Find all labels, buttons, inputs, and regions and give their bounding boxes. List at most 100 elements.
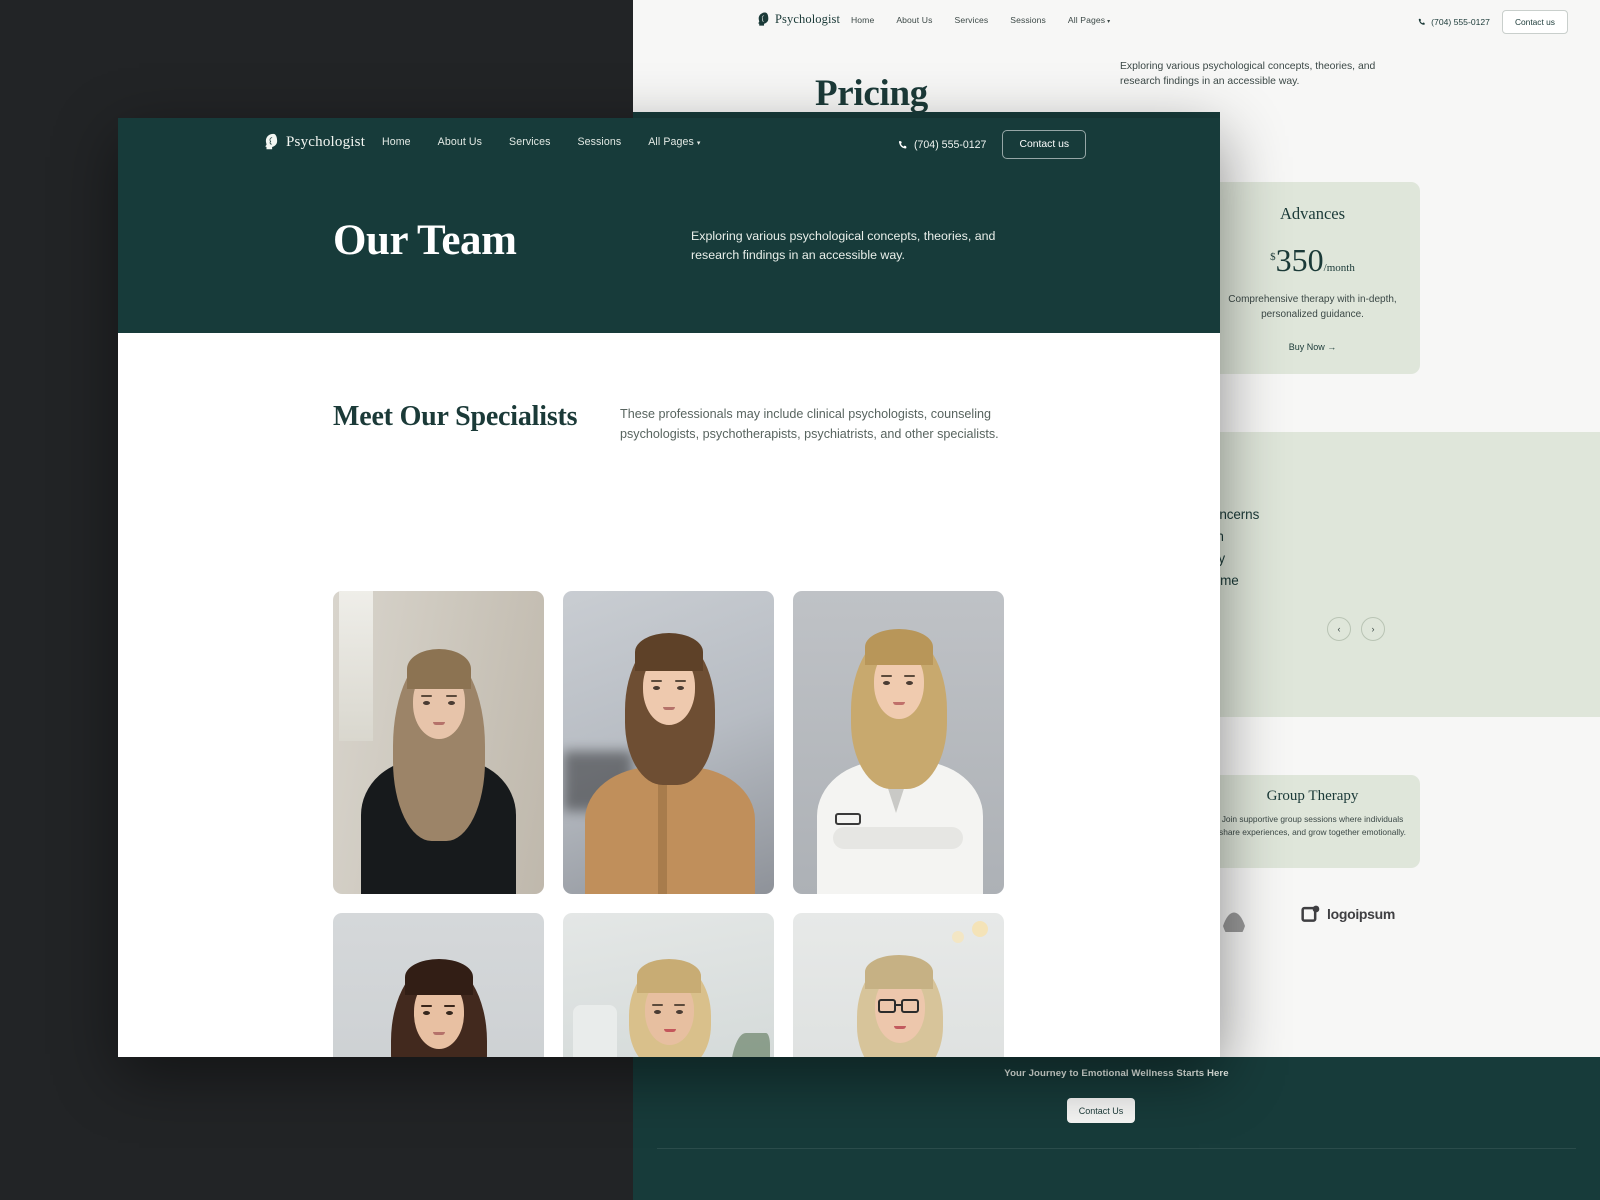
logoipsum-logo: logoipsum [1301, 904, 1395, 924]
page-title: Our Team [333, 217, 517, 264]
logoipsum-text: logoipsum [1327, 906, 1396, 922]
hero-subtitle: Exploring various psychological concepts… [691, 229, 996, 263]
overlay-nav-right: (704) 555-0127 Contact us [898, 130, 1087, 159]
portrait-eye [446, 1011, 453, 1015]
pricing-card-description: Comprehensive therapy with in-depth, per… [1228, 294, 1397, 320]
wall-ornament [573, 1005, 617, 1057]
portrait-eye [654, 1010, 661, 1014]
page-footer: Your Journey to Emotional Wellness Start… [633, 1057, 1600, 1200]
portrait-shirt-placket [658, 767, 667, 894]
portrait-eye [448, 701, 455, 705]
background-phone-number: (704) 555-0127 [1431, 17, 1490, 27]
portrait-fringe [407, 649, 471, 689]
portrait-fringe [865, 955, 933, 989]
bg-nav-item-about-us[interactable]: About Us [896, 15, 932, 25]
wave-mark-logo [1223, 912, 1267, 932]
bg-nav-item-home[interactable]: Home [851, 15, 874, 25]
portrait-brow [674, 1004, 685, 1006]
pricing-number: 350 [1275, 242, 1324, 278]
overlay-body: Meet Our Specialists These professionals… [118, 333, 1220, 1057]
overlay-phone[interactable]: (704) 555-0127 [898, 139, 986, 151]
partner-logos: logoipsum [1205, 900, 1600, 940]
pricing-period: /month [1323, 262, 1355, 274]
overlay-browser-window: Psychologist Home About Us Services Sess… [118, 118, 1220, 1057]
nav-item-all-pages[interactable]: All Pages ▾ [648, 136, 700, 148]
background-phone[interactable]: (704) 555-0127 [1418, 17, 1490, 27]
background-navbar: Psychologist Home About Us Services Sess… [633, 0, 1600, 43]
footer-contact-us-button[interactable]: Contact Us [1067, 1098, 1135, 1123]
team-member-card[interactable] [563, 913, 774, 1057]
pricing-buy-now-link[interactable]: Buy Now → [1205, 342, 1420, 352]
eyeglasses-icon [835, 813, 861, 825]
chevron-right-icon[interactable]: › [1361, 617, 1385, 641]
portrait-fringe [635, 633, 703, 671]
overlay-menu: Home About Us Services Sessions All Page… [382, 136, 701, 148]
overlay-navbar: Psychologist Home About Us Services Sess… [118, 118, 1220, 168]
portrait-eye [906, 681, 913, 685]
portrait-brow [652, 1004, 663, 1006]
chevron-down-icon: ▾ [1107, 19, 1111, 25]
portrait-body [585, 767, 755, 894]
chevron-left-icon[interactable]: ‹ [1327, 617, 1351, 641]
pricing-card-advances: Advances $ 350 /month Comprehensive ther… [1205, 182, 1420, 374]
overlay-logo-text: Psychologist [286, 133, 366, 150]
nav-item-home[interactable]: Home [382, 136, 411, 148]
group-therapy-card: Group Therapy Join supportive group sess… [1205, 775, 1420, 868]
portrait-brow [421, 1005, 432, 1007]
portrait-mouth [893, 702, 905, 705]
phone-icon [1418, 18, 1425, 25]
portrait-brow [675, 680, 686, 682]
head-profile-icon [758, 12, 769, 26]
portrait-brow [444, 1005, 455, 1007]
portrait-eye [676, 1010, 683, 1014]
eyeglasses-bridge [896, 1004, 901, 1006]
team-member-card[interactable] [333, 913, 544, 1057]
ceiling-light [952, 931, 964, 943]
team-member-card[interactable] [563, 591, 774, 894]
team-member-card[interactable] [793, 591, 1004, 894]
pricing-card-title: Advances [1279, 204, 1346, 223]
phone-icon [898, 140, 907, 148]
bg-nav-item-all-pages[interactable]: All Pages ▾ [1068, 15, 1110, 25]
nav-item-services[interactable]: Services [509, 136, 550, 148]
team-grid [333, 591, 1005, 1057]
portrait-brow [881, 675, 892, 677]
background-nav-right: (704) 555-0127 Contact us [1418, 10, 1568, 34]
group-therapy-title: Group Therapy [1266, 788, 1359, 804]
portrait-brow [421, 695, 432, 697]
portrait-eye [423, 701, 430, 705]
desktop-background: Psychologist Home About Us Services Sess… [0, 0, 1600, 1200]
portrait-brow [446, 695, 457, 697]
portrait-arms-crossed [833, 827, 963, 849]
portrait-mouth [664, 1029, 676, 1032]
portrait-eye [677, 686, 684, 690]
portrait-fringe [865, 629, 933, 665]
overlay-contact-us-button[interactable]: Contact us [1002, 130, 1087, 159]
portrait-fringe [637, 959, 701, 993]
nav-item-sessions[interactable]: Sessions [577, 136, 621, 148]
portrait-brow [904, 675, 915, 677]
arrow-right-icon: → [1327, 342, 1337, 352]
background-logo-text: Psychologist [775, 12, 841, 26]
team-member-card[interactable] [333, 591, 544, 894]
section-title: Meet Our Specialists [333, 401, 578, 432]
pricing-card-amount: $ 350 /month [1205, 244, 1420, 276]
background-contact-us-button[interactable]: Contact us [1501, 10, 1568, 34]
background-menu: Home About Us Services Sessions All Page… [851, 15, 1110, 25]
portrait-eye [883, 681, 890, 685]
portrait-mouth [433, 1032, 445, 1035]
bg-nav-item-sessions[interactable]: Sessions [1010, 15, 1046, 25]
window-light [339, 591, 373, 741]
background-logo[interactable]: Psychologist [757, 12, 840, 27]
eyeglasses-icon [901, 999, 919, 1013]
background-hero-subtitle: Exploring various psychological concepts… [1120, 61, 1376, 88]
overlay-logo[interactable]: Psychologist [264, 133, 365, 151]
portrait-brow [651, 680, 662, 682]
portrait-mouth [663, 707, 675, 710]
overlay-phone-number: (704) 555-0127 [914, 138, 987, 151]
team-member-card[interactable] [793, 913, 1004, 1057]
bg-nav-item-services[interactable]: Services [954, 15, 988, 25]
eyeglasses-icon [878, 999, 896, 1013]
background-hero-title: Pricing [815, 73, 928, 114]
nav-item-about-us[interactable]: About Us [438, 136, 482, 148]
